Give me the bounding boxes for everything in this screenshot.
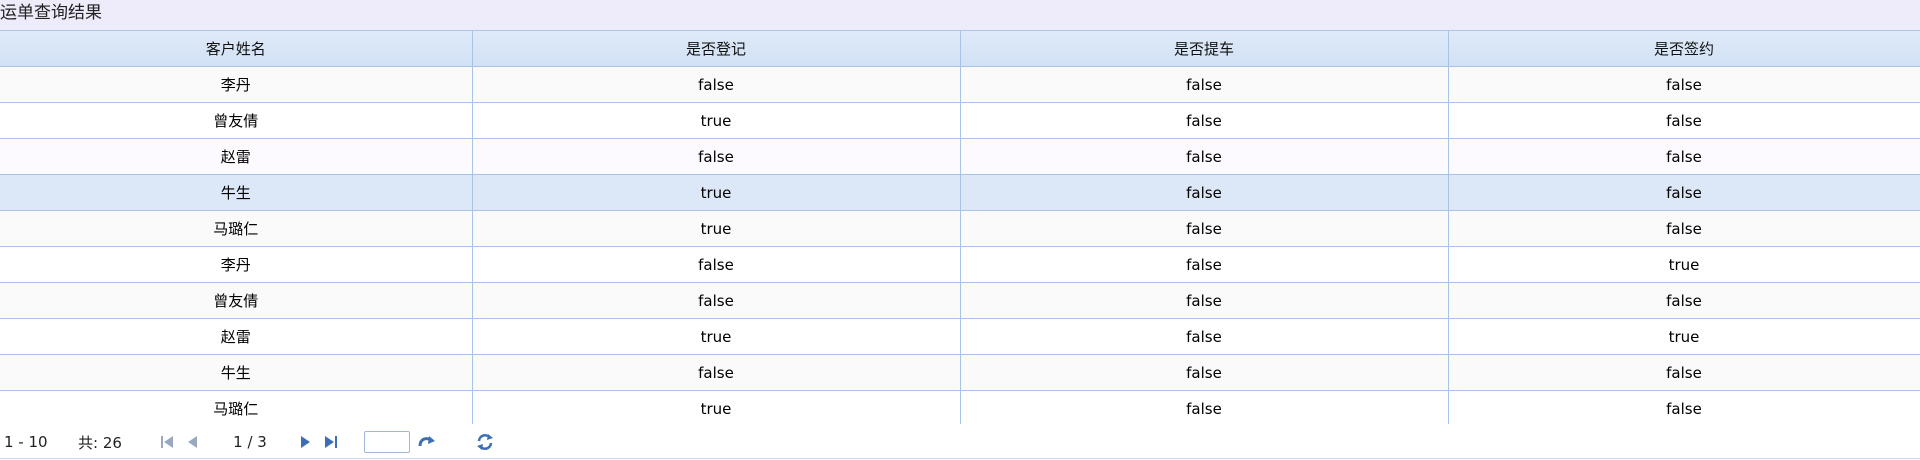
- first-page-button[interactable]: [154, 429, 180, 455]
- last-page-button[interactable]: [318, 429, 344, 455]
- refresh-icon: [477, 434, 493, 450]
- table-row[interactable]: 曾友倩 false false false: [0, 282, 1920, 319]
- cell-customer-name: 牛生: [0, 174, 473, 211]
- go-to-page-button[interactable]: [414, 429, 440, 455]
- table-row[interactable]: 李丹 false false true: [0, 246, 1920, 283]
- column-header-registered[interactable]: 是否登记: [472, 31, 961, 67]
- cell-picked-up: false: [960, 390, 1449, 427]
- table-row[interactable]: 马璐仁 true false false: [0, 210, 1920, 247]
- cell-signed: true: [1448, 318, 1920, 355]
- table-row[interactable]: 赵雷 true false true: [0, 318, 1920, 355]
- cell-signed: false: [1448, 174, 1920, 211]
- table-row[interactable]: 牛生 false false false: [0, 354, 1920, 391]
- cell-picked-up: false: [960, 102, 1449, 139]
- cell-customer-name: 李丹: [0, 66, 473, 103]
- query-result-panel: 运单查询结果 客户姓名 是否登记 是否提车 是否签约 李丹 false fals…: [0, 0, 1920, 460]
- cell-customer-name: 赵雷: [0, 318, 473, 355]
- cell-signed: true: [1448, 246, 1920, 283]
- pagination-bar: 1 - 10 共: 26 1 / 3: [0, 424, 1920, 460]
- cell-registered: false: [472, 138, 961, 175]
- cell-customer-name: 曾友倩: [0, 102, 473, 139]
- cell-registered: true: [472, 174, 961, 211]
- cell-signed: false: [1448, 354, 1920, 391]
- cell-registered: false: [472, 282, 961, 319]
- record-range: 1 - 10: [4, 433, 48, 451]
- result-table: 客户姓名 是否登记 是否提车 是否签约 李丹 false false false…: [0, 31, 1920, 427]
- cell-picked-up: false: [960, 66, 1449, 103]
- page-indicator: 1 / 3: [233, 433, 267, 451]
- panel-title: 运单查询结果: [0, 0, 1920, 31]
- first-page-icon: [161, 436, 173, 448]
- cell-signed: false: [1448, 210, 1920, 247]
- last-page-icon: [325, 436, 337, 448]
- cell-picked-up: false: [960, 210, 1449, 247]
- cell-registered: true: [472, 318, 961, 355]
- column-header-signed[interactable]: 是否签约: [1448, 31, 1920, 67]
- table-row-selected[interactable]: 牛生 true false false: [0, 174, 1920, 211]
- table-row[interactable]: 曾友倩 true false false: [0, 102, 1920, 139]
- previous-page-button[interactable]: [180, 429, 206, 455]
- cell-picked-up: false: [960, 354, 1449, 391]
- cell-picked-up: false: [960, 174, 1449, 211]
- page-number-input[interactable]: [364, 431, 410, 453]
- table-row[interactable]: 赵雷 false false false: [0, 138, 1920, 175]
- cell-customer-name: 赵雷: [0, 138, 473, 175]
- column-header-customer-name[interactable]: 客户姓名: [0, 31, 473, 67]
- cell-picked-up: false: [960, 246, 1449, 283]
- cell-customer-name: 马璐仁: [0, 390, 473, 427]
- cell-registered: true: [472, 210, 961, 247]
- table-row[interactable]: 李丹 false false false: [0, 66, 1920, 103]
- next-page-icon: [301, 436, 310, 448]
- go-arrow-icon: [418, 436, 435, 447]
- cell-registered: false: [472, 66, 961, 103]
- cell-customer-name: 牛生: [0, 354, 473, 391]
- next-page-button[interactable]: [292, 429, 318, 455]
- cell-customer-name: 李丹: [0, 246, 473, 283]
- bottom-divider: [0, 458, 1920, 459]
- cell-picked-up: false: [960, 138, 1449, 175]
- cell-customer-name: 马璐仁: [0, 210, 473, 247]
- record-total: 共: 26: [78, 433, 122, 452]
- cell-registered: true: [472, 102, 961, 139]
- column-header-picked-up[interactable]: 是否提车: [960, 31, 1449, 67]
- previous-page-icon: [188, 436, 197, 448]
- cell-signed: false: [1448, 390, 1920, 427]
- cell-registered: false: [472, 354, 961, 391]
- cell-registered: false: [472, 246, 961, 283]
- cell-signed: false: [1448, 66, 1920, 103]
- table-row[interactable]: 马璐仁 true false false: [0, 390, 1920, 427]
- table-header-row: 客户姓名 是否登记 是否提车 是否签约: [0, 31, 1920, 67]
- cell-registered: true: [472, 390, 961, 427]
- cell-signed: false: [1448, 102, 1920, 139]
- cell-picked-up: false: [960, 282, 1449, 319]
- cell-picked-up: false: [960, 318, 1449, 355]
- cell-signed: false: [1448, 282, 1920, 319]
- cell-customer-name: 曾友倩: [0, 282, 473, 319]
- refresh-button[interactable]: [472, 429, 498, 455]
- cell-signed: false: [1448, 138, 1920, 175]
